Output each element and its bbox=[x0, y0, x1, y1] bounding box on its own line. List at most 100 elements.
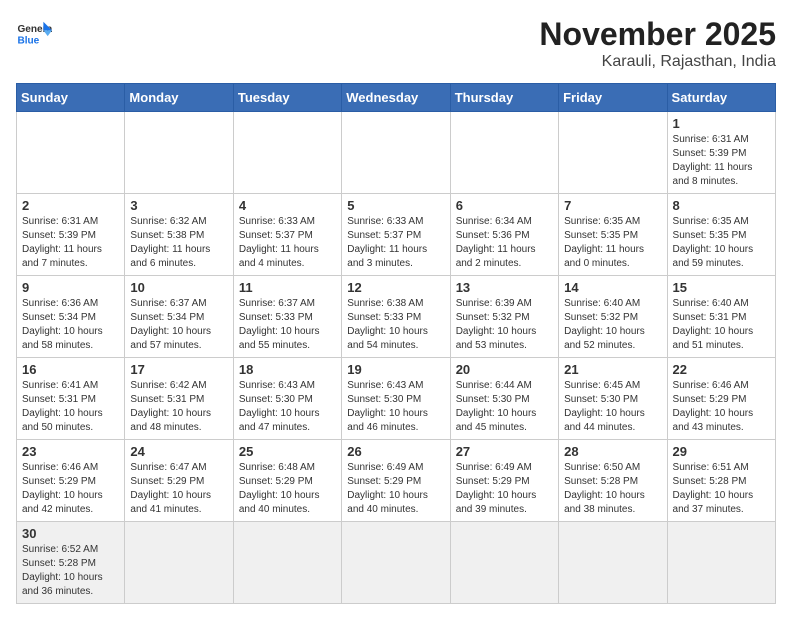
day-info: Sunrise: 6:48 AM Sunset: 5:29 PM Dayligh… bbox=[239, 461, 336, 517]
calendar-cell: 14 Sunrise: 6:40 AM Sunset: 5:32 PM Dayli… bbox=[559, 276, 667, 358]
calendar-cell: 2 Sunrise: 6:31 AM Sunset: 5:39 PM Daylig… bbox=[17, 194, 125, 276]
calendar-cell: 15 Sunrise: 6:40 AM Sunset: 5:31 PM Dayli… bbox=[667, 276, 775, 358]
calendar-cell bbox=[342, 522, 450, 604]
day-number: 11 bbox=[239, 280, 336, 295]
day-number: 6 bbox=[456, 198, 553, 213]
day-info: Sunrise: 6:33 AM Sunset: 5:37 PM Dayligh… bbox=[347, 215, 444, 271]
weekday-header-sunday: Sunday bbox=[17, 84, 125, 112]
location-title: Karauli, Rajasthan, India bbox=[539, 53, 776, 71]
weekday-header-wednesday: Wednesday bbox=[342, 84, 450, 112]
calendar-cell: 20 Sunrise: 6:44 AM Sunset: 5:30 PM Dayli… bbox=[450, 358, 558, 440]
calendar-cell bbox=[125, 522, 233, 604]
day-info: Sunrise: 6:37 AM Sunset: 5:33 PM Dayligh… bbox=[239, 297, 336, 353]
calendar-cell: 19 Sunrise: 6:43 AM Sunset: 5:30 PM Dayli… bbox=[342, 358, 450, 440]
day-number: 1 bbox=[673, 116, 770, 131]
day-info: Sunrise: 6:38 AM Sunset: 5:33 PM Dayligh… bbox=[347, 297, 444, 353]
day-info: Sunrise: 6:49 AM Sunset: 5:29 PM Dayligh… bbox=[456, 461, 553, 517]
day-info: Sunrise: 6:35 AM Sunset: 5:35 PM Dayligh… bbox=[673, 215, 770, 271]
day-number: 3 bbox=[130, 198, 227, 213]
calendar-cell: 26Sunrise: 6:49 AM Sunset: 5:29 PM Dayli… bbox=[342, 440, 450, 522]
calendar-cell: 8 Sunrise: 6:35 AM Sunset: 5:35 PM Daylig… bbox=[667, 194, 775, 276]
day-number: 23 bbox=[22, 444, 119, 459]
calendar-cell: 27Sunrise: 6:49 AM Sunset: 5:29 PM Dayli… bbox=[450, 440, 558, 522]
day-number: 25 bbox=[239, 444, 336, 459]
header: General Blue November 2025 Karauli, Raja… bbox=[16, 16, 776, 71]
day-number: 18 bbox=[239, 362, 336, 377]
day-number: 30 bbox=[22, 526, 119, 541]
day-info: Sunrise: 6:45 AM Sunset: 5:30 PM Dayligh… bbox=[564, 379, 661, 435]
day-info: Sunrise: 6:33 AM Sunset: 5:37 PM Dayligh… bbox=[239, 215, 336, 271]
day-number: 15 bbox=[673, 280, 770, 295]
calendar-cell: 21 Sunrise: 6:45 AM Sunset: 5:30 PM Dayli… bbox=[559, 358, 667, 440]
day-info: Sunrise: 6:44 AM Sunset: 5:30 PM Dayligh… bbox=[456, 379, 553, 435]
calendar-cell bbox=[342, 112, 450, 194]
weekday-header-row: SundayMondayTuesdayWednesdayThursdayFrid… bbox=[17, 84, 776, 112]
day-info: Sunrise: 6:41 AM Sunset: 5:31 PM Dayligh… bbox=[22, 379, 119, 435]
weekday-header-saturday: Saturday bbox=[667, 84, 775, 112]
title-block: November 2025 Karauli, Rajasthan, India bbox=[539, 16, 776, 71]
day-number: 29 bbox=[673, 444, 770, 459]
calendar-table: SundayMondayTuesdayWednesdayThursdayFrid… bbox=[16, 83, 776, 604]
calendar-cell bbox=[559, 522, 667, 604]
day-info: Sunrise: 6:46 AM Sunset: 5:29 PM Dayligh… bbox=[673, 379, 770, 435]
day-number: 21 bbox=[564, 362, 661, 377]
day-number: 16 bbox=[22, 362, 119, 377]
logo: General Blue bbox=[16, 16, 52, 52]
calendar-cell: 10Sunrise: 6:37 AM Sunset: 5:34 PM Dayli… bbox=[125, 276, 233, 358]
logo-icon: General Blue bbox=[16, 16, 52, 52]
day-number: 13 bbox=[456, 280, 553, 295]
calendar-cell bbox=[450, 112, 558, 194]
day-info: Sunrise: 6:52 AM Sunset: 5:28 PM Dayligh… bbox=[22, 543, 119, 599]
calendar-cell: 29 Sunrise: 6:51 AM Sunset: 5:28 PM Dayli… bbox=[667, 440, 775, 522]
day-info: Sunrise: 6:40 AM Sunset: 5:32 PM Dayligh… bbox=[564, 297, 661, 353]
weekday-header-monday: Monday bbox=[125, 84, 233, 112]
day-info: Sunrise: 6:37 AM Sunset: 5:34 PM Dayligh… bbox=[130, 297, 227, 353]
svg-text:Blue: Blue bbox=[17, 35, 39, 46]
calendar-cell: 6Sunrise: 6:34 AM Sunset: 5:36 PM Daylig… bbox=[450, 194, 558, 276]
calendar-cell bbox=[233, 112, 341, 194]
calendar-cell: 4 Sunrise: 6:33 AM Sunset: 5:37 PM Daylig… bbox=[233, 194, 341, 276]
day-info: Sunrise: 6:39 AM Sunset: 5:32 PM Dayligh… bbox=[456, 297, 553, 353]
week-row-1: 2 Sunrise: 6:31 AM Sunset: 5:39 PM Daylig… bbox=[17, 194, 776, 276]
day-info: Sunrise: 6:31 AM Sunset: 5:39 PM Dayligh… bbox=[22, 215, 119, 271]
day-number: 14 bbox=[564, 280, 661, 295]
calendar-cell: 28Sunrise: 6:50 AM Sunset: 5:28 PM Dayli… bbox=[559, 440, 667, 522]
calendar-cell: 25 Sunrise: 6:48 AM Sunset: 5:29 PM Dayli… bbox=[233, 440, 341, 522]
calendar-cell: 3 Sunrise: 6:32 AM Sunset: 5:38 PM Daylig… bbox=[125, 194, 233, 276]
calendar-cell: 5 Sunrise: 6:33 AM Sunset: 5:37 PM Daylig… bbox=[342, 194, 450, 276]
day-number: 2 bbox=[22, 198, 119, 213]
week-row-4: 23 Sunrise: 6:46 AM Sunset: 5:29 PM Dayli… bbox=[17, 440, 776, 522]
calendar-cell: 22 Sunrise: 6:46 AM Sunset: 5:29 PM Dayli… bbox=[667, 358, 775, 440]
day-info: Sunrise: 6:51 AM Sunset: 5:28 PM Dayligh… bbox=[673, 461, 770, 517]
day-number: 4 bbox=[239, 198, 336, 213]
day-info: Sunrise: 6:47 AM Sunset: 5:29 PM Dayligh… bbox=[130, 461, 227, 517]
day-number: 9 bbox=[22, 280, 119, 295]
calendar-cell: 23 Sunrise: 6:46 AM Sunset: 5:29 PM Dayli… bbox=[17, 440, 125, 522]
calendar-cell: 13 Sunrise: 6:39 AM Sunset: 5:32 PM Dayli… bbox=[450, 276, 558, 358]
day-number: 20 bbox=[456, 362, 553, 377]
day-info: Sunrise: 6:46 AM Sunset: 5:29 PM Dayligh… bbox=[22, 461, 119, 517]
weekday-header-thursday: Thursday bbox=[450, 84, 558, 112]
day-info: Sunrise: 6:43 AM Sunset: 5:30 PM Dayligh… bbox=[347, 379, 444, 435]
day-info: Sunrise: 6:40 AM Sunset: 5:31 PM Dayligh… bbox=[673, 297, 770, 353]
day-info: Sunrise: 6:43 AM Sunset: 5:30 PM Dayligh… bbox=[239, 379, 336, 435]
day-number: 5 bbox=[347, 198, 444, 213]
day-number: 17 bbox=[130, 362, 227, 377]
calendar-cell: 30 Sunrise: 6:52 AM Sunset: 5:28 PM Dayli… bbox=[17, 522, 125, 604]
calendar-cell: 24 Sunrise: 6:47 AM Sunset: 5:29 PM Dayli… bbox=[125, 440, 233, 522]
calendar-cell bbox=[125, 112, 233, 194]
day-info: Sunrise: 6:31 AM Sunset: 5:39 PM Dayligh… bbox=[673, 133, 770, 189]
day-info: Sunrise: 6:32 AM Sunset: 5:38 PM Dayligh… bbox=[130, 215, 227, 271]
calendar-cell bbox=[233, 522, 341, 604]
calendar-cell: 11 Sunrise: 6:37 AM Sunset: 5:33 PM Dayli… bbox=[233, 276, 341, 358]
week-row-5: 30 Sunrise: 6:52 AM Sunset: 5:28 PM Dayli… bbox=[17, 522, 776, 604]
day-number: 22 bbox=[673, 362, 770, 377]
calendar-cell: 7Sunrise: 6:35 AM Sunset: 5:35 PM Daylig… bbox=[559, 194, 667, 276]
weekday-header-friday: Friday bbox=[559, 84, 667, 112]
day-number: 24 bbox=[130, 444, 227, 459]
calendar-cell bbox=[17, 112, 125, 194]
day-number: 8 bbox=[673, 198, 770, 213]
calendar-cell bbox=[559, 112, 667, 194]
calendar-cell: 18 Sunrise: 6:43 AM Sunset: 5:30 PM Dayli… bbox=[233, 358, 341, 440]
day-number: 19 bbox=[347, 362, 444, 377]
